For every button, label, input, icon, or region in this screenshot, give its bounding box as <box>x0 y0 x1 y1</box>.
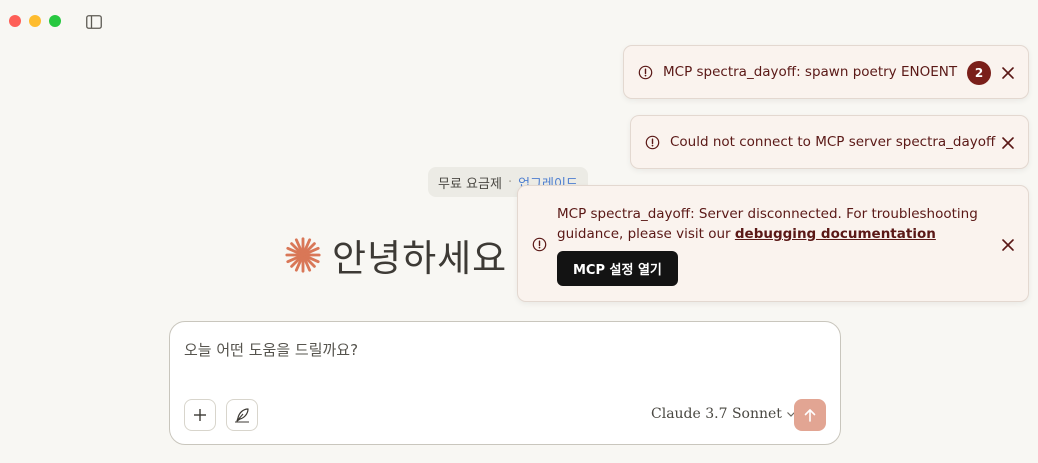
plan-label: 무료 요금제 <box>438 176 502 192</box>
send-button[interactable] <box>794 399 826 431</box>
error-toast-connect: Could not connect to MCP server spectra_… <box>630 115 1029 169</box>
window-controls <box>9 15 61 27</box>
toast-message: MCP spectra_dayoff: Server disconnected.… <box>557 204 987 244</box>
error-toast-disconnected: MCP spectra_dayoff: Server disconnected.… <box>517 185 1029 302</box>
arrow-up-icon <box>804 409 816 422</box>
error-toast-spawn: MCP spectra_dayoff: spawn poetry ENOENT … <box>623 45 1029 99</box>
alert-circle-icon <box>645 135 660 150</box>
writing-style-button[interactable] <box>226 399 258 431</box>
plan-separator: · <box>507 174 513 190</box>
message-composer[interactable]: 오늘 어떤 도움을 드릴까요? Claude 3.7 Sonnet <box>169 321 841 445</box>
claude-spark-icon <box>285 237 321 273</box>
feather-pen-icon <box>235 408 249 423</box>
close-icon[interactable] <box>1000 135 1016 151</box>
toast-message: Could not connect to MCP server spectra_… <box>670 134 996 150</box>
error-count-badge: 2 <box>967 61 991 85</box>
open-mcp-settings-button[interactable]: MCP 설정 열기 <box>557 251 678 286</box>
toast-message: MCP spectra_dayoff: spawn poetry ENOENT <box>663 64 958 80</box>
greeting-text: 안녕하세요 <box>332 237 508 280</box>
alert-circle-icon <box>638 65 653 80</box>
model-selector[interactable]: Claude 3.7 Sonnet <box>651 406 796 422</box>
zoom-window-button[interactable] <box>49 15 61 27</box>
message-input[interactable]: 오늘 어떤 도움을 드릴까요? <box>184 339 358 360</box>
alert-circle-icon <box>532 237 547 252</box>
close-window-button[interactable] <box>9 15 21 27</box>
sidebar-toggle-icon[interactable] <box>86 14 102 29</box>
model-name: Claude 3.7 Sonnet <box>651 406 782 422</box>
greeting: 안녕하세요 <box>284 228 507 282</box>
debugging-documentation-link[interactable]: debugging documentation <box>735 226 936 242</box>
add-attachment-button[interactable] <box>184 399 216 431</box>
close-icon[interactable] <box>1000 237 1016 253</box>
close-icon[interactable] <box>1000 65 1016 81</box>
minimize-window-button[interactable] <box>29 15 41 27</box>
plus-icon <box>194 409 206 421</box>
